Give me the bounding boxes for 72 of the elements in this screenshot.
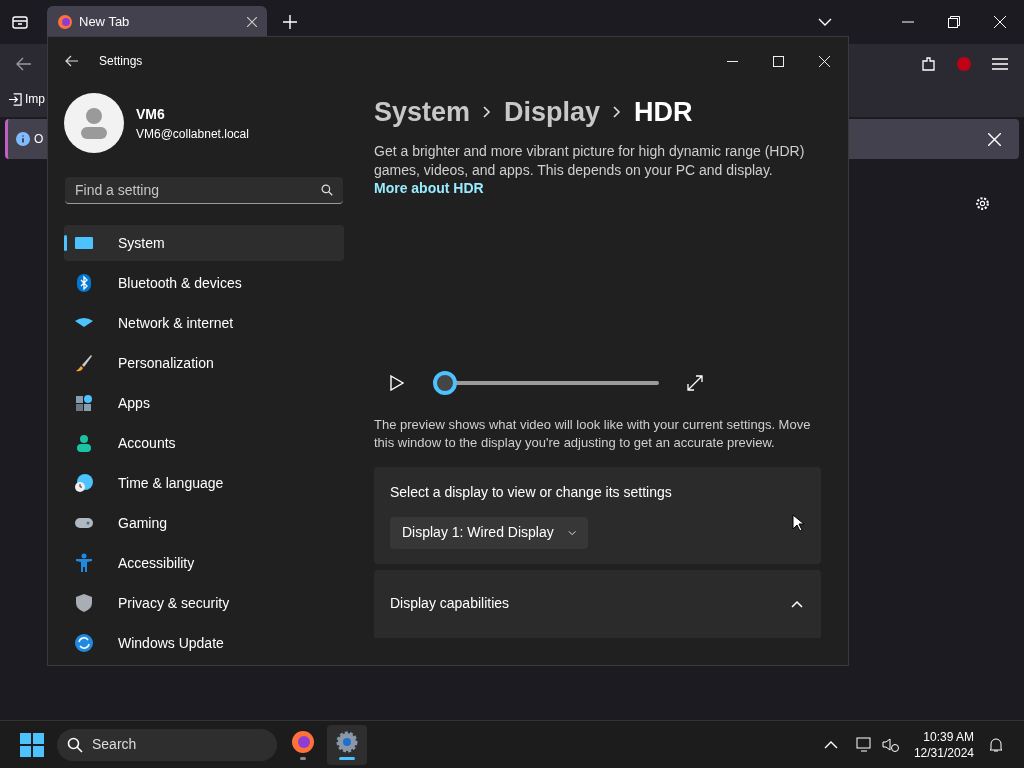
info-message: O: [34, 131, 44, 148]
puzzle-icon: [921, 56, 937, 72]
bell-icon: [988, 736, 1004, 753]
nav-item[interactable]: System: [64, 225, 344, 261]
shield-icon: [74, 593, 94, 613]
user-name: VM6: [136, 104, 166, 124]
settings-icon: [974, 195, 991, 212]
browser-tab[interactable]: New Tab: [47, 5, 267, 39]
import-icon: [9, 92, 22, 106]
more-link[interactable]: More about HDR: [374, 180, 484, 196]
nav-item[interactable]: Gaming: [64, 505, 344, 541]
slider-thumb[interactable]: [433, 370, 457, 395]
nav-item[interactable]: Windows Update: [64, 625, 344, 661]
apps-icon: [74, 393, 94, 413]
taskbar-search[interactable]: Search: [57, 728, 277, 761]
tab-title: New Tab: [79, 13, 131, 32]
nav-item[interactable]: Network & internet: [64, 305, 344, 341]
person-icon: [74, 433, 94, 453]
window-title: Settings: [99, 53, 143, 70]
play-icon[interactable]: [390, 374, 404, 391]
close-icon: [819, 55, 830, 67]
browser-logo-icon: [291, 729, 315, 754]
preview-note: The preview shows what video will look like with your current settings. Move this window to the display you're adjusting to get an accurate preview.: [374, 415, 812, 452]
browser-logo-icon: [57, 14, 73, 30]
globe-clock-icon: [74, 473, 94, 493]
person-icon: [79, 107, 109, 139]
settings-taskbar-button[interactable]: [327, 724, 367, 765]
capabilities-header[interactable]: Display capabilities: [374, 569, 821, 638]
search-icon: [67, 736, 83, 753]
nav-item[interactable]: Privacy & security: [64, 585, 344, 621]
accessibility-icon: [74, 553, 94, 573]
nav-item[interactable]: Accessibility: [64, 545, 344, 581]
search-field[interactable]: Find a setting: [65, 177, 343, 204]
nav-item[interactable]: Bluetooth & devices: [64, 265, 344, 301]
card-label: Select a display to view or change its settings: [390, 482, 673, 502]
breadcrumb-item: HDR: [634, 95, 693, 129]
nav-item[interactable]: Apps: [64, 385, 344, 421]
restore-icon: [948, 16, 960, 28]
close-icon: [988, 132, 1001, 146]
maximize-icon: [773, 55, 784, 67]
display-dropdown[interactable]: Display 1: Wired Display: [390, 516, 588, 549]
clock-time: 10:39 AM: [923, 728, 974, 745]
bluetooth-icon: [74, 273, 94, 293]
close-icon: [994, 16, 1006, 28]
chevron-up-icon: [791, 599, 803, 608]
speaker-muted-icon: [881, 736, 900, 753]
fullscreen-icon[interactable]: [687, 374, 703, 391]
start-icon[interactable]: [20, 732, 44, 757]
search-icon: [321, 184, 333, 196]
breadcrumb-item[interactable]: Display: [504, 91, 601, 133]
breadcrumb-item[interactable]: System: [374, 91, 471, 133]
back-arrow-icon: [65, 54, 79, 68]
bookmark-label[interactable]: Imp: [25, 90, 45, 108]
tab-list-icon: [11, 13, 29, 31]
chevron-down-icon: [567, 528, 576, 537]
user-email: VM6@collabnet.local: [136, 125, 249, 143]
nav-item[interactable]: Accounts: [64, 425, 344, 461]
clock-date: 12/31/2024: [913, 744, 974, 761]
new-tab-icon: [283, 15, 297, 29]
back-arrow-icon: [16, 56, 32, 72]
menu-icon: [992, 57, 1008, 71]
nav-item[interactable]: Personalization: [64, 345, 344, 381]
gear-icon: [335, 729, 359, 754]
chevron-right-icon: [482, 106, 493, 118]
cursor-icon: [792, 514, 804, 532]
close-icon[interactable]: [247, 17, 257, 27]
info-icon: [16, 132, 30, 146]
brush-icon: [74, 353, 94, 373]
update-icon: [74, 633, 94, 653]
chevron-right-icon: [612, 106, 623, 118]
description-text: Get a brighter and more vibrant picture for high dynamic range (HDR) games, videos, and apps. This depends on your PC and display. More about HDR: [374, 142, 806, 198]
nav-item[interactable]: Time & language: [64, 465, 344, 501]
